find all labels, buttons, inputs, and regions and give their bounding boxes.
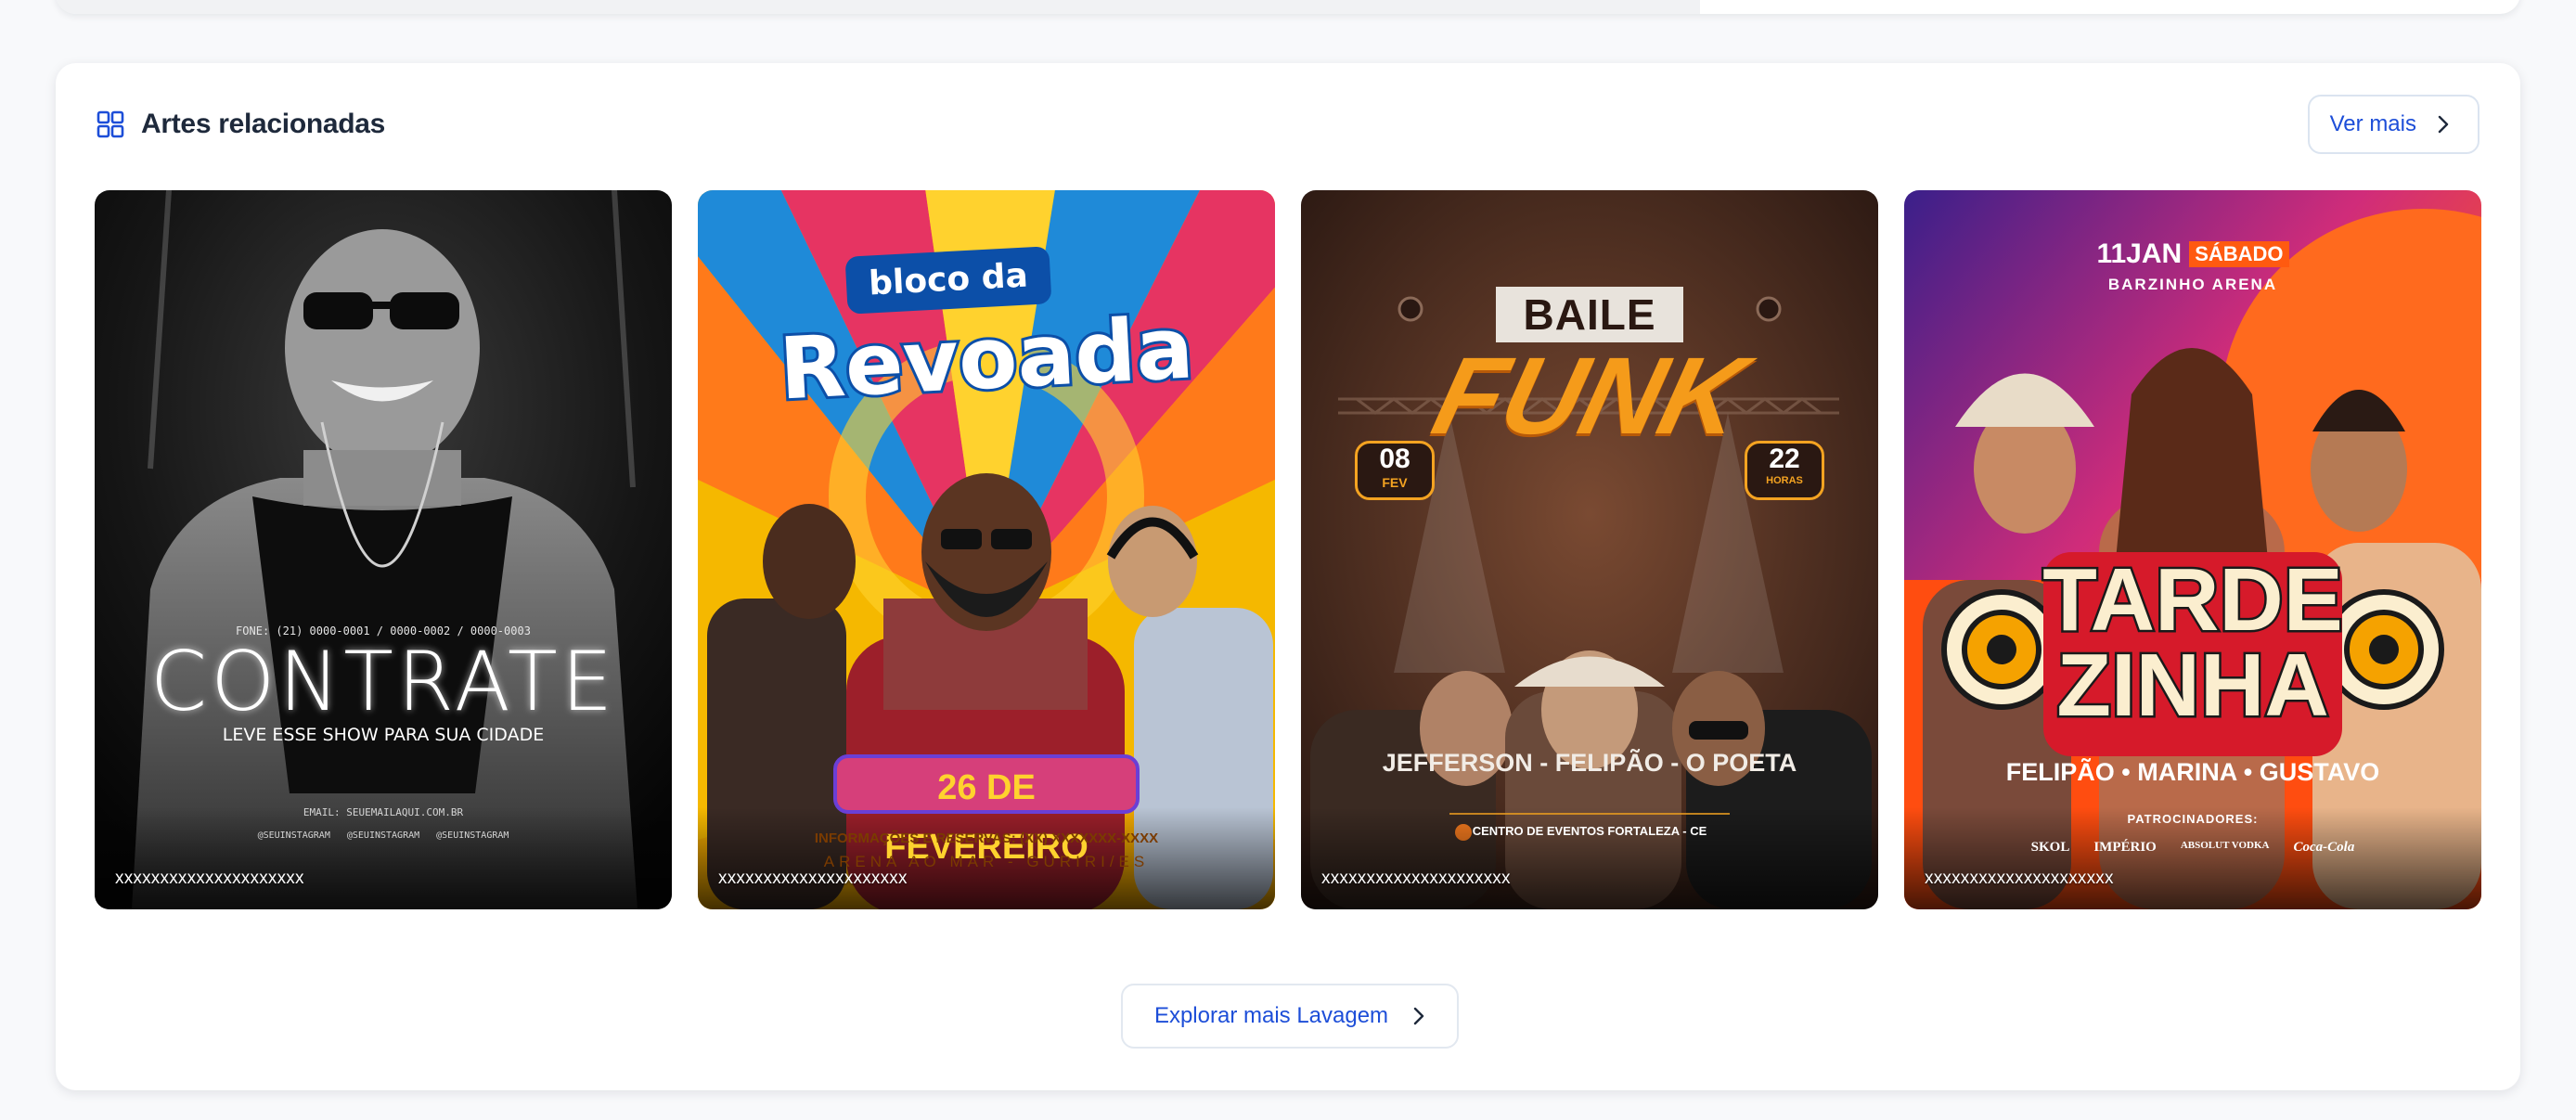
poster-top-text: bloco da: [844, 246, 1052, 315]
chevron-right-icon: [2438, 115, 2449, 134]
see-more-label: Ver mais: [2329, 111, 2416, 136]
previous-section-panel: [56, 0, 1700, 14]
poster-venue: CENTRO DE EVENTOS FORTALEZA - CE: [1472, 824, 1707, 838]
poster-date: 26 DE FEVEREIRO: [833, 754, 1140, 867]
related-arts-section: Artes relacionadas Ver mais FONE: (21) 0…: [56, 63, 2520, 1090]
art-card-list: FONE: (21) 0000-0001 / 0000-0002 / 0000-…: [95, 190, 2481, 909]
poster-email: EMAIL: SEUEMAILAQUI.COM.BR: [303, 806, 464, 818]
art-card[interactable]: FONE: (21) 0000-0001 / 0000-0002 / 0000-…: [95, 190, 672, 909]
poster-date-line: 11JAN SÁBADO: [1904, 238, 2481, 270]
poster-hour-badge: 22 HORAS: [1745, 441, 1824, 500]
poster-venue: BARZINHO ARENA: [2107, 276, 2278, 293]
explore-more-button[interactable]: Explorar mais Lavagem: [1121, 984, 1459, 1049]
poster-info: INFORMAÇÕES E RESERVAS: (XX) XXXXXXX-XXX…: [814, 830, 1159, 846]
poster-socials: @SEUINSTAGRAM @SEUINSTAGRAM @SEUINSTAGRA…: [95, 830, 672, 841]
explore-more-label: Explorar mais Lavagem: [1153, 1003, 1389, 1028]
sponsor-logo: Coca-Cola: [2293, 840, 2355, 855]
grid-icon: [97, 110, 124, 138]
art-card[interactable]: bloco da Revoada 26 DE FEVEREIRO INFORMA…: [698, 190, 1275, 909]
art-card-caption: xxxxxxxxxxxxxxxxxxxxx: [1321, 869, 1511, 888]
section-title: Artes relacionadas: [141, 109, 386, 139]
poster-headline: CONTRATE: [149, 634, 617, 729]
poster-headline-1: TARDE: [2041, 550, 2346, 650]
poster-date: 11JAN: [2096, 238, 2183, 269]
poster-artists: FELIPÃO • MARINA • GUSTAVO: [2005, 758, 2380, 786]
poster-date-badge: 08 FEV: [1355, 441, 1435, 500]
poster-headline-2: ZINHA: [2054, 636, 2331, 735]
sponsor-logo: ABSOLUT VODKA: [2180, 840, 2270, 851]
sponsor-logo: IMPÉRIO: [2093, 840, 2157, 855]
poster-month: FEV: [1382, 475, 1408, 490]
art-card[interactable]: BAILE FUNK 08 FEV 22 HORAS JEFFERSON - F…: [1301, 190, 1878, 909]
poster-sponsors: SKOL IMPÉRIO ABSOLUT VODKA Coca-Cola: [1904, 840, 2481, 856]
chevron-right-icon: [1413, 1007, 1424, 1025]
poster-day: 08: [1379, 444, 1410, 474]
poster-hour: 22: [1769, 444, 1800, 474]
poster-weekday: SÁBADO: [2189, 241, 2289, 267]
section-title-wrap: Artes relacionadas: [97, 109, 385, 140]
poster-text-contrate: FONE: (21) 0000-0001 / 0000-0002 / 0000-…: [95, 190, 672, 909]
previous-section-card: [56, 0, 2520, 14]
sponsor-logo: SKOL: [2030, 840, 2070, 855]
art-card-caption: xxxxxxxxxxxxxxxxxxxxx: [718, 869, 908, 888]
art-card[interactable]: 11JAN SÁBADO BARZINHO ARENA TARDE ZINHA …: [1904, 190, 2481, 909]
poster-social-handle: @SEUINSTAGRAM: [346, 830, 420, 841]
poster-artists: JEFFERSON - FELIPÃO - O POETA: [1382, 749, 1797, 777]
poster-text-baile-funk: BAILE FUNK 08 FEV 22 HORAS JEFFERSON - F…: [1301, 190, 1878, 909]
poster-text-tardezinha: 11JAN SÁBADO BARZINHO ARENA TARDE ZINHA …: [1904, 190, 2481, 909]
poster-text-revoada: bloco da Revoada 26 DE FEVEREIRO INFORMA…: [698, 190, 1275, 909]
art-card-caption: xxxxxxxxxxxxxxxxxxxxx: [115, 869, 304, 888]
section-header: Artes relacionadas Ver mais: [97, 91, 2479, 158]
poster-social-handle: @SEUINSTAGRAM: [257, 830, 330, 841]
poster-social-handle: @SEUINSTAGRAM: [436, 830, 509, 841]
see-more-button[interactable]: Ver mais: [2307, 95, 2479, 154]
poster-sponsors-label: PATROCINADORES:: [2127, 812, 2259, 826]
poster-hour-label: HORAS: [1766, 475, 1803, 486]
poster-tagline: LEVE ESSE SHOW PARA SUA CIDADE: [222, 725, 545, 745]
poster-headline: Revoada: [774, 295, 1198, 421]
art-card-caption: xxxxxxxxxxxxxxxxxxxxx: [1925, 869, 2114, 888]
